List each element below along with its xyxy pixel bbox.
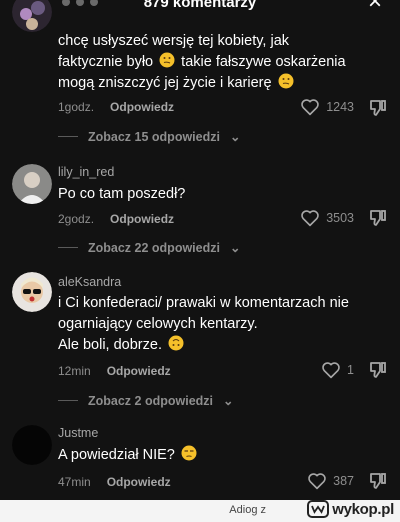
heart-icon: [301, 210, 319, 227]
view-replies-label: Zobacz 22 odpowiedzi: [88, 240, 220, 255]
comment-text-line: faktycznie było takie fałszywe oskarżeni…: [58, 52, 368, 73]
author-name[interactable]: Justme: [58, 426, 98, 440]
comment-meta: 47min Odpowiedz: [58, 475, 171, 489]
avatar[interactable]: [12, 164, 52, 204]
chevron-down-icon: ⌄: [223, 394, 234, 408]
comment-meta: 1godz. Odpowiedz: [58, 100, 174, 114]
heart-icon: [308, 473, 326, 490]
comment-text: Po co tam poszedł?: [58, 186, 186, 202]
comment-text: chcę usłyszeć wersję tej kobiety, jak fa…: [58, 31, 368, 94]
replies-divider: [58, 136, 78, 137]
like-button[interactable]: 387: [307, 472, 354, 490]
comment-text-line: i Ci konfederaci/ prawaki w komentarzach…: [58, 295, 349, 311]
view-replies-button[interactable]: Zobacz 22 odpowiedzi ⌄: [58, 240, 240, 255]
like-count: 1243: [326, 100, 354, 114]
comment-text: A powiedział NIE?: [58, 445, 368, 466]
reply-button[interactable]: Odpowiedz: [107, 364, 171, 378]
chevron-down-icon: ⌄: [229, 130, 241, 144]
avatar[interactable]: [12, 425, 52, 465]
dislike-icon[interactable]: [368, 98, 388, 118]
comment-text-line: mogą zniszczyć jej życie i karierę: [58, 73, 368, 94]
heart-icon: [301, 99, 319, 116]
comment-time: 12min: [58, 364, 91, 378]
dislike-icon[interactable]: [368, 360, 388, 380]
comment-text-line: ogarniający celowych kentarzy.: [58, 316, 258, 332]
comment-text-span: mogą zniszczyć jej życie i karierę: [58, 75, 276, 91]
view-replies-button[interactable]: Zobacz 15 odpowiedzi ⌄: [58, 129, 240, 144]
upside-down-face-emoji-icon: [168, 335, 184, 351]
reply-button[interactable]: Odpowiedz: [110, 212, 174, 226]
view-replies-label: Zobacz 2 odpowiedzi: [88, 393, 214, 408]
like-count: 387: [333, 474, 354, 488]
avatar[interactable]: [12, 272, 52, 312]
like-button[interactable]: 3503: [300, 209, 354, 227]
comment-text-span: A powiedział NIE?: [58, 447, 179, 463]
author-name[interactable]: aleKsandra: [58, 275, 121, 289]
watermark-footer: Adiog z wykop.pl: [0, 500, 400, 522]
reply-button[interactable]: Odpowiedz: [107, 475, 171, 489]
replies-divider: [58, 247, 78, 248]
author-name-masked: [62, 0, 98, 6]
close-button[interactable]: ×: [364, 0, 386, 14]
replies-divider: [58, 400, 78, 401]
heart-icon: [322, 362, 340, 379]
comment-time: 47min: [58, 475, 91, 489]
comments-sheet: 879 komentarzy × chcę usłyszeć wersję te…: [0, 0, 400, 500]
reply-button[interactable]: Odpowiedz: [110, 100, 174, 114]
wykop-logo-icon: [307, 500, 330, 518]
view-replies-button[interactable]: Zobacz 2 odpowiedzi ⌄: [58, 393, 234, 408]
comment-text-span: takie fałszywe oskarżenia: [177, 54, 346, 70]
dislike-icon[interactable]: [368, 208, 388, 228]
comment-text-span: faktycznie było: [58, 54, 158, 70]
dislike-icon[interactable]: [368, 471, 388, 491]
author-name[interactable]: lily_in_red: [58, 165, 114, 179]
like-count: 1: [347, 363, 354, 377]
comment-meta: 12min Odpowiedz: [58, 364, 171, 378]
like-button[interactable]: 1243: [300, 98, 354, 116]
avatar[interactable]: [12, 0, 52, 32]
chevron-down-icon: ⌄: [229, 241, 241, 255]
view-replies-label: Zobacz 15 odpowiedzi: [88, 129, 220, 144]
like-count: 3503: [326, 211, 354, 225]
thinking-face-emoji-icon: [159, 52, 175, 68]
footer-username: Adiog z: [229, 504, 266, 516]
comment-text-line: Ale boli, dobrze.: [58, 335, 368, 356]
wykop-logo: wykop.pl: [307, 500, 394, 518]
unamused-face-emoji-icon: [181, 445, 197, 461]
comment-text-span: Ale boli, dobrze.: [58, 337, 167, 353]
comment-time: 2godz.: [58, 212, 95, 226]
comment-text: i Ci konfederaci/ prawaki w komentarzach…: [58, 293, 368, 356]
like-button[interactable]: 1: [321, 361, 354, 379]
comment-meta: 2godz. Odpowiedz: [58, 212, 174, 226]
wykop-brand-text: wykop.pl: [332, 500, 394, 518]
comment-text-line: chcę usłyszeć wersję tej kobiety, jak: [58, 33, 290, 49]
thinking-face-emoji-icon: [278, 73, 294, 89]
comment-time: 1godz.: [58, 100, 95, 114]
